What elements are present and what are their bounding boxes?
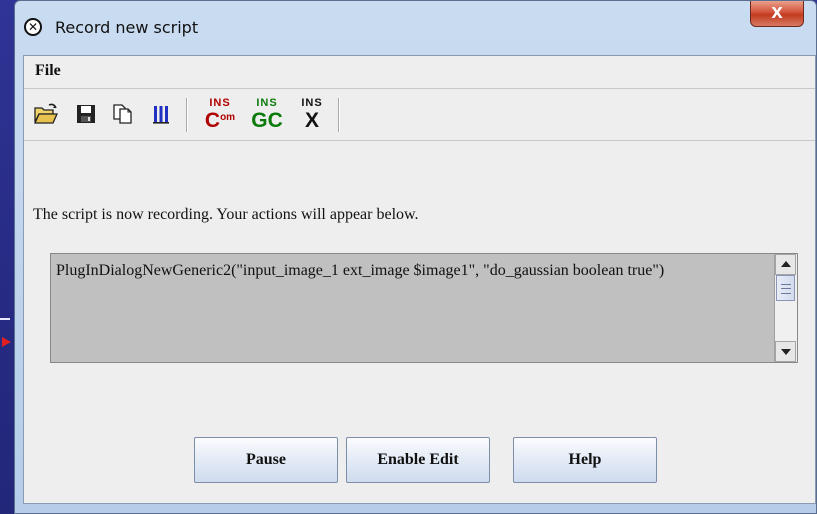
help-button[interactable]: Help xyxy=(513,437,657,483)
insert-exit-top: INS xyxy=(301,97,323,109)
insert-comment-top: INS xyxy=(209,97,231,109)
red-arrow-icon xyxy=(2,337,11,347)
window-title: Record new script xyxy=(55,18,199,37)
pause-button[interactable]: Pause xyxy=(194,437,338,483)
insert-exit-bottom: X xyxy=(304,109,319,132)
toolbar-separator xyxy=(338,98,340,132)
enable-edit-button[interactable]: Enable Edit xyxy=(346,437,490,483)
columns-button[interactable] xyxy=(146,96,176,132)
insert-exit-button[interactable]: INS X xyxy=(295,98,329,134)
toolbar: INS Com INS GC INS X xyxy=(24,90,815,141)
save-disk-icon xyxy=(77,105,95,123)
script-line: PlugInDialogNewGeneric2("input_image_1 e… xyxy=(56,262,665,279)
menu-file[interactable]: File xyxy=(35,62,61,80)
copy-button[interactable] xyxy=(108,96,138,132)
toolbar-separator xyxy=(186,98,188,132)
insert-gc-button[interactable]: INS GC xyxy=(250,98,284,134)
scroll-down-icon[interactable] xyxy=(775,341,796,362)
scroll-thumb[interactable] xyxy=(776,275,795,301)
desktop-line xyxy=(0,318,10,320)
script-text-area[interactable]: PlugInDialogNewGeneric2("input_image_1 e… xyxy=(50,253,798,363)
scroll-up-icon[interactable] xyxy=(775,254,796,275)
columns-icon xyxy=(153,106,169,124)
close-button[interactable]: X xyxy=(750,1,804,27)
open-folder-icon xyxy=(33,103,59,124)
insert-comment-bottom: Com xyxy=(204,109,236,132)
menu-bar: File xyxy=(24,56,815,89)
save-button[interactable] xyxy=(71,96,101,132)
copy-icon xyxy=(113,104,132,124)
insert-gc-bottom: GC xyxy=(251,109,283,132)
insert-comment-button[interactable]: INS Com xyxy=(203,98,237,134)
open-button[interactable] xyxy=(31,96,61,132)
recording-status-message: The script is now recording. Your action… xyxy=(33,206,419,223)
record-script-window: ✕ Record new script X File INS Com INS G… xyxy=(14,0,817,514)
window-client-area: File INS Com INS GC INS X The script is … xyxy=(23,55,816,504)
app-icon: ✕ xyxy=(24,18,42,36)
title-bar[interactable]: ✕ Record new script X xyxy=(15,1,816,55)
vertical-scrollbar[interactable] xyxy=(774,254,797,362)
insert-gc-top: INS xyxy=(256,97,278,109)
